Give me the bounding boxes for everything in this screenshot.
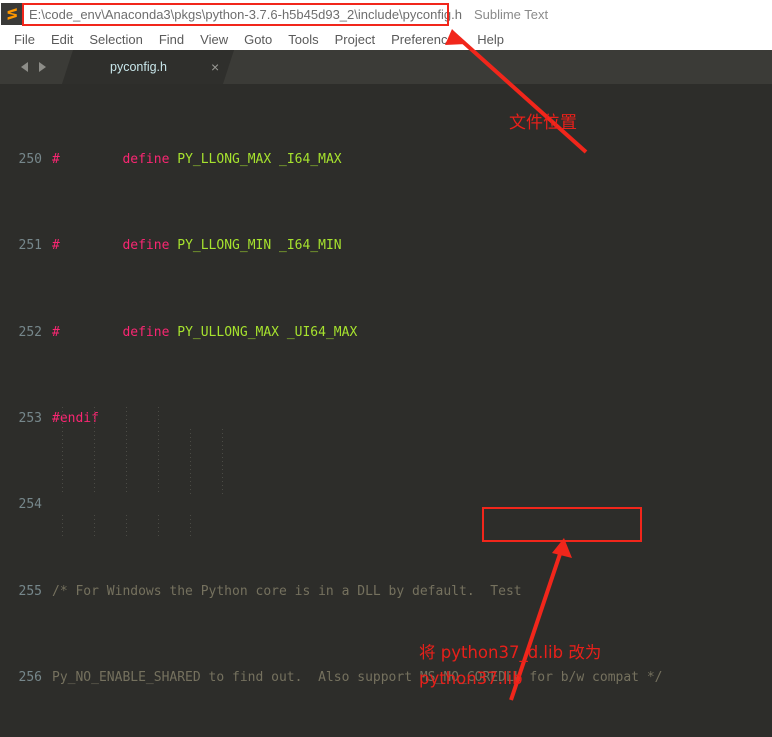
code-line: 253 #endif <box>0 408 772 430</box>
menu-item-edit[interactable]: Edit <box>43 32 81 47</box>
line-number: 251 <box>18 238 42 254</box>
code-editor[interactable]: 250 # define PY_LLONG_MAX _I64_MAX 251 # d… <box>0 84 772 737</box>
code-line: 252 # define PY_ULLONG_MAX _UI64_MAX <box>0 322 772 344</box>
code-line: 254 <box>0 494 772 516</box>
line-source: # define PY_LLONG_MIN _I64_MIN <box>52 238 342 254</box>
line-number: 255 <box>18 583 42 599</box>
triangle-right-icon[interactable] <box>36 61 47 73</box>
line-number: 252 <box>18 324 42 340</box>
menu-item-find[interactable]: Find <box>151 32 192 47</box>
menu-item-goto[interactable]: Goto <box>236 32 280 47</box>
window-title-app-name: Sublime Text <box>473 6 549 22</box>
line-number: 253 <box>18 410 42 426</box>
menu-item-project[interactable]: Project <box>327 32 383 47</box>
menu-item-tools[interactable]: Tools <box>280 32 326 47</box>
tab-navigation-arrows[interactable] <box>0 50 66 84</box>
code-line: 256 Py_NO_ENABLE_SHARED to find out. Also… <box>0 667 772 689</box>
sublime-text-logo-icon <box>1 3 23 25</box>
line-source: #endif <box>52 410 99 426</box>
title-bar: E:\code_env\Anaconda3\pkgs\python-3.7.6-… <box>0 0 772 28</box>
menu-item-preferences[interactable]: Preferences <box>383 32 469 47</box>
code-content: 250 # define PY_LLONG_MAX _I64_MAX 251 # d… <box>0 84 772 737</box>
close-icon[interactable]: × <box>211 60 219 74</box>
tab-label: pyconfig.h <box>110 60 167 74</box>
menu-item-help[interactable]: Help <box>469 32 512 47</box>
window-title-path: E:\code_env\Anaconda3\pkgs\python-3.7.6-… <box>29 6 462 22</box>
code-line: 250 # define PY_LLONG_MAX _I64_MAX <box>0 149 772 171</box>
menu-item-selection[interactable]: Selection <box>81 32 150 47</box>
line-number: 250 <box>18 151 42 167</box>
tab-bar: pyconfig.h × <box>0 50 772 84</box>
menu-item-file[interactable]: File <box>6 32 43 47</box>
menu-bar: File Edit Selection Find View Goto Tools… <box>0 28 772 50</box>
code-line: 255 /* For Windows the Python core is in … <box>0 581 772 603</box>
line-number: 256 <box>18 670 42 686</box>
code-line: 251 # define PY_LLONG_MIN _I64_MIN <box>0 235 772 257</box>
line-number: 254 <box>18 497 42 513</box>
line-source: /* For Windows the Python core is in a D… <box>52 583 522 599</box>
line-source: Py_NO_ENABLE_SHARED to find out. Also su… <box>52 670 663 686</box>
triangle-left-icon[interactable] <box>20 61 31 73</box>
tab-pyconfig-h[interactable]: pyconfig.h × <box>62 50 234 84</box>
line-source: # define PY_ULLONG_MAX _UI64_MAX <box>52 324 358 340</box>
line-source: # define PY_LLONG_MAX _I64_MAX <box>52 151 342 167</box>
sublime-text-window: E:\code_env\Anaconda3\pkgs\python-3.7.6-… <box>0 0 772 737</box>
menu-item-view[interactable]: View <box>192 32 236 47</box>
